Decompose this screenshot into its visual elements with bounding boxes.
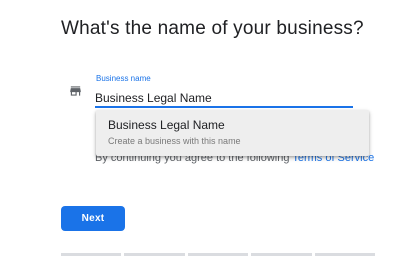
progress-step-1: [61, 253, 122, 256]
suggestion-title: Business Legal Name: [108, 118, 225, 132]
progress-track: [61, 253, 376, 256]
business-name-input[interactable]: [95, 88, 353, 108]
progress-step-2: [124, 253, 185, 256]
business-name-label: Business name: [96, 74, 151, 83]
progress-step-5: [314, 253, 376, 256]
next-button[interactable]: Next: [61, 206, 125, 231]
progress-step-4: [251, 253, 312, 256]
business-name-underline: [95, 106, 353, 108]
progress-step-3: [187, 253, 249, 256]
suggestion-dropdown[interactable]: Business Legal Name Create a business wi…: [96, 110, 369, 156]
store-icon: [70, 86, 81, 96]
page-title: What's the name of your business?: [61, 18, 364, 39]
suggestion-subtitle: Create a business with this name: [108, 136, 241, 146]
